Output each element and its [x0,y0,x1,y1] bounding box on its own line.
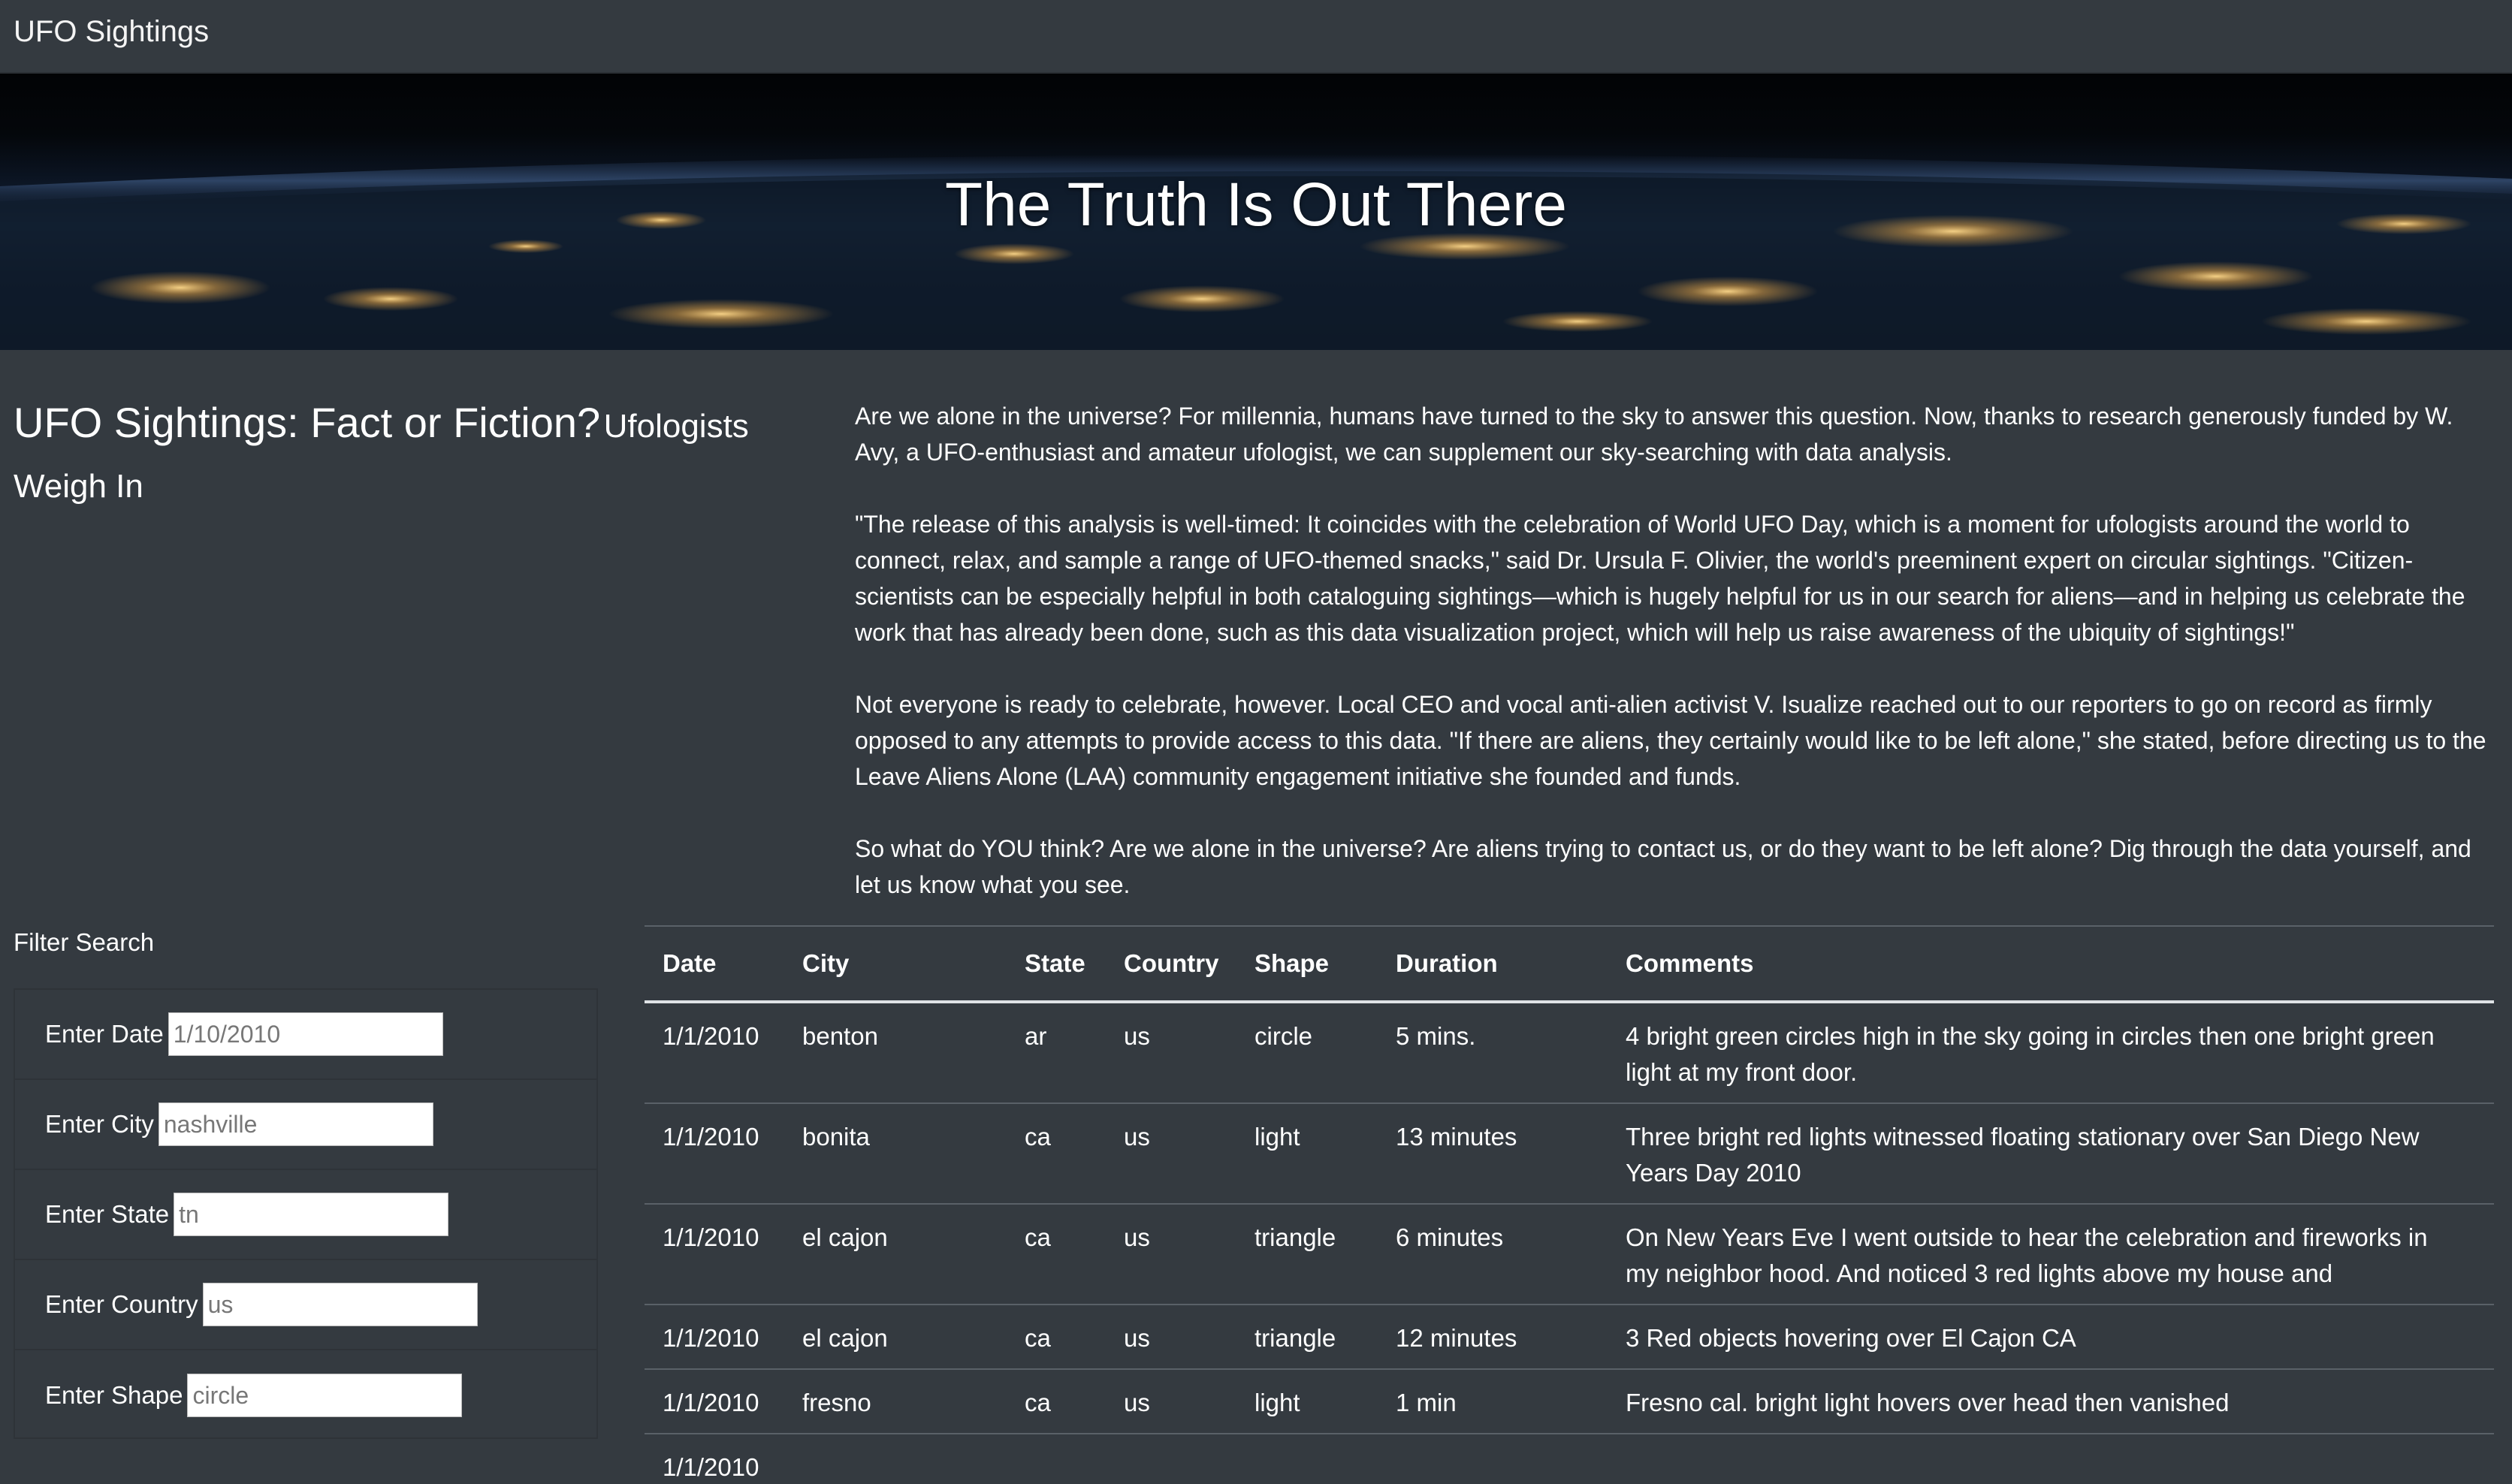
filter-label-date: Enter Date [45,1020,164,1048]
table-cell: us [1106,1369,1236,1434]
article-body: Are we alone in the universe? For millen… [855,398,2492,939]
article-paragraph: "The release of this analysis is well-ti… [855,511,2465,646]
table-cell: 1/1/2010 [645,1002,784,1104]
page-headline: UFO Sightings: Fact or Fiction? Ufologis… [14,397,795,520]
table-cell: ca [1007,1204,1106,1305]
table-cell: triangle [1236,1204,1378,1305]
table-cell: 6 minutes [1378,1204,1608,1305]
country-input[interactable] [202,1283,478,1326]
article-paragraph: Not everyone is ready to celebrate, howe… [855,691,2486,790]
filter-label-shape: Enter Shape [45,1381,183,1409]
column-header: Duration [1378,927,1608,1003]
filter-heading: Filter Search [14,928,155,956]
hero-title: The Truth Is Out There [945,170,1567,239]
table-cell: ca [1007,1369,1106,1434]
table-cell: ca [1007,1103,1106,1205]
table-cell: ca [1007,1305,1106,1370]
table-cell: us [1106,1002,1236,1104]
table-cell: bonita [784,1103,1007,1205]
table-cell [1608,1434,2494,1484]
shape-input[interactable] [187,1374,463,1417]
table-cell: 1 min [1378,1369,1608,1434]
table-cell: ar [1007,1002,1106,1104]
table-cell: us [1106,1305,1236,1370]
table-row: 1/1/2010 benton ar us circle 5 mins. 4 b… [645,1002,2494,1104]
column-header: City [784,927,1007,1003]
filter-item-shape: Enter Shape [15,1350,596,1440]
table-cell: 1/1/2010 [645,1369,784,1434]
filter-item-city: Enter City [15,1080,596,1170]
headline-main: UFO Sightings: Fact or Fiction? [14,399,601,446]
table-cell [784,1434,1007,1484]
navbar: UFO Sightings [0,0,2512,74]
table-cell: 12 minutes [1378,1305,1608,1370]
navbar-brand[interactable]: UFO Sightings [14,15,209,49]
table-cell: el cajon [784,1204,1007,1305]
table-cell: us [1106,1103,1236,1205]
table-cell: 1/1/2010 [645,1204,784,1305]
table-cell: us [1106,1204,1236,1305]
table-cell: light [1236,1369,1378,1434]
article-paragraph: So what do YOU think? Are we alone in th… [855,835,2471,898]
table-cell: 1/1/2010 [645,1305,784,1370]
table-cell [1106,1434,1236,1484]
filter-label-city: Enter City [45,1110,154,1138]
hero-banner: The Truth Is Out There [0,74,2512,350]
filter-item-date: Enter Date [15,990,596,1080]
table-cell: benton [784,1002,1007,1104]
table-cell: 13 minutes [1378,1103,1608,1205]
table-row: 1/1/2010 bonita ca us light 13 minutes T… [645,1103,2494,1205]
filter-panel: Enter Date Enter City Enter State Enter … [14,988,598,1439]
table-row: 1/1/2010 el cajon ca us triangle 12 minu… [645,1305,2494,1370]
table-cell [1007,1434,1106,1484]
filter-item-country: Enter Country [15,1260,596,1350]
filter-label-country: Enter Country [45,1290,198,1318]
filter-label-state: Enter State [45,1200,170,1228]
column-header: Shape [1236,927,1378,1003]
date-input[interactable] [168,1012,443,1056]
table-cell: Three bright red lights witnessed floati… [1608,1103,2494,1205]
table-cell: 3 Red objects hovering over El Cajon CA [1608,1305,2494,1370]
table-cell: el cajon [784,1305,1007,1370]
article-paragraph: Are we alone in the universe? For millen… [855,403,2453,466]
sightings-table-container: Date City State Country Shape Duration C… [645,925,2494,1484]
table-header-row: Date City State Country Shape Duration C… [645,927,2494,1003]
table-cell: 5 mins. [1378,1002,1608,1104]
column-header: Country [1106,927,1236,1003]
table-cell: 1/1/2010 [645,1103,784,1205]
column-header: Comments [1608,927,2494,1003]
city-input[interactable] [158,1102,433,1146]
table-cell: 1/1/2010 [645,1434,784,1484]
column-header: State [1007,927,1106,1003]
table-cell: light [1236,1103,1378,1205]
table-row: 1/1/2010 el cajon ca us triangle 6 minut… [645,1204,2494,1305]
table-cell: fresno [784,1369,1007,1434]
table-cell: triangle [1236,1305,1378,1370]
table-cell: Fresno cal. bright light hovers over hea… [1608,1369,2494,1434]
table-row: 1/1/2010 [645,1434,2494,1484]
table-cell [1378,1434,1608,1484]
table-cell: 4 bright green circles high in the sky g… [1608,1002,2494,1104]
sightings-table: Date City State Country Shape Duration C… [645,927,2494,1484]
state-input[interactable] [174,1193,449,1236]
table-row: 1/1/2010 fresno ca us light 1 min Fresno… [645,1369,2494,1434]
table-cell: On New Years Eve I went outside to hear … [1608,1204,2494,1305]
column-header: Date [645,927,784,1003]
filter-item-state: Enter State [15,1170,596,1260]
table-cell: circle [1236,1002,1378,1104]
table-cell [1236,1434,1378,1484]
